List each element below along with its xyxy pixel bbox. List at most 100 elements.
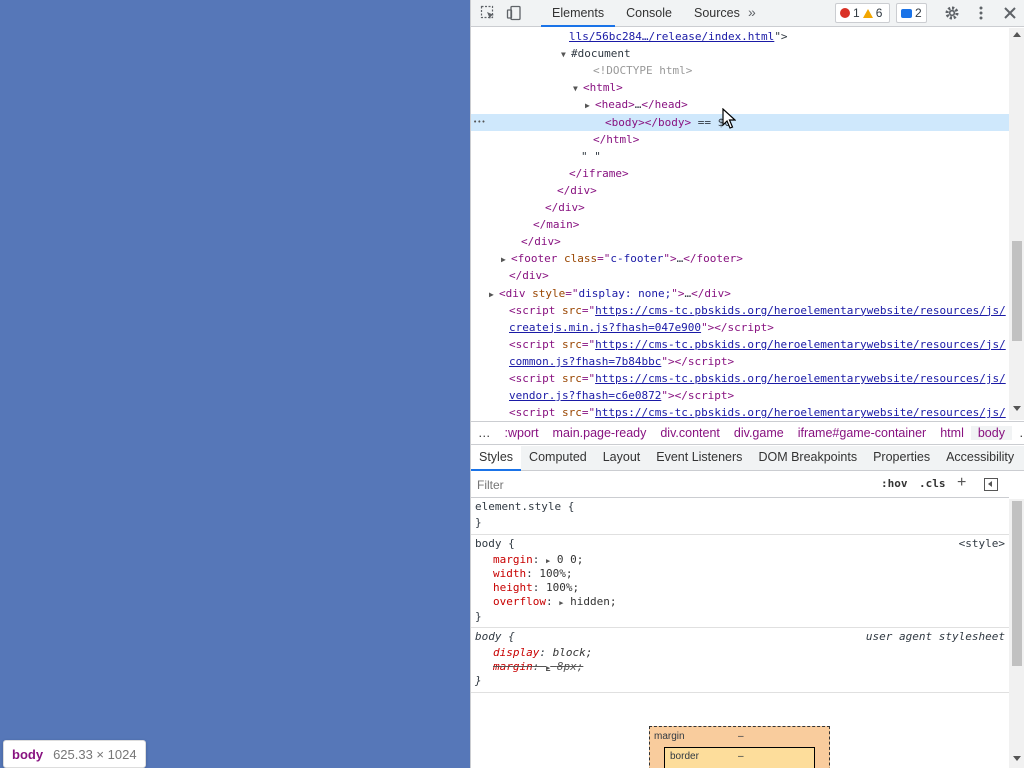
dom-tree-scrollbar[interactable] (1009, 28, 1024, 420)
breadcrumb-item[interactable]: main.page-ready (546, 426, 654, 440)
styles-filter-input[interactable] (473, 476, 868, 494)
dom-node[interactable]: </div> (471, 199, 1009, 216)
class-toggle-button[interactable]: .cls (919, 477, 946, 490)
dom-node-selected[interactable]: <body></body> == $0 ••• (471, 113, 1009, 131)
tab-sources[interactable]: Sources (683, 0, 751, 27)
dom-node[interactable]: </main> (471, 216, 1009, 233)
collapse-triangle-icon[interactable]: ▼ (561, 46, 571, 63)
dom-node[interactable]: ▼ #document (471, 45, 1009, 62)
expand-triangle-icon[interactable]: ▶ (559, 599, 563, 607)
tab-properties[interactable]: Properties (865, 446, 938, 471)
dom-node-text: </div> (521, 235, 561, 249)
inspect-element-icon[interactable] (480, 5, 496, 21)
css-property[interactable]: height: 100%; (493, 581, 579, 595)
box-model-border-value[interactable]: – (738, 751, 744, 762)
tab-styles[interactable]: Styles (471, 446, 522, 471)
error-warning-counter[interactable]: 1 6 (835, 3, 891, 23)
dom-node[interactable]: </iframe> (471, 165, 1009, 182)
dom-node[interactable]: <script src="https://cms-tc.pbskids.org/… (471, 302, 1009, 319)
styles-scrollbar[interactable] (1009, 499, 1024, 768)
property-name: margin (493, 660, 533, 673)
dom-node[interactable]: ▼ <html> (471, 79, 1009, 96)
toggle-sidebar-icon[interactable] (984, 478, 998, 491)
box-model-margin-value[interactable]: – (738, 731, 744, 742)
box-model-border[interactable]: border – (664, 747, 815, 768)
breadcrumb: … :wport main.page-ready div.content div… (471, 421, 1024, 445)
expand-triangle-icon[interactable]: ▶ (489, 286, 499, 303)
error-icon (840, 8, 850, 18)
tab-dom-breakpoints[interactable]: DOM Breakpoints (750, 446, 865, 471)
hover-state-button[interactable]: :hov (881, 477, 908, 490)
box-model-margin-label: margin (654, 731, 685, 742)
device-toolbar-icon[interactable] (506, 5, 522, 21)
css-property[interactable]: overflow: ▶ hidden; (493, 595, 616, 609)
box-model-margin[interactable]: margin – border – (649, 726, 830, 768)
dom-node[interactable]: <script src="https://cms-tc.pbskids.org/… (471, 370, 1009, 387)
css-property[interactable]: margin: ▶ 0 0; (493, 553, 583, 567)
issues-counter[interactable]: 2 (896, 3, 927, 23)
breadcrumb-ellipsis-left[interactable]: … (471, 426, 498, 440)
dom-node[interactable]: vendor.js?fhash=c6e0872"></script> (471, 387, 1009, 404)
breadcrumb-item[interactable]: div.game (727, 426, 791, 440)
kebab-menu-icon[interactable] (973, 5, 989, 21)
tab-event-listeners[interactable]: Event Listeners (648, 446, 750, 471)
tab-console[interactable]: Console (615, 0, 683, 27)
breadcrumb-item[interactable]: :wport (498, 426, 546, 440)
dom-node[interactable]: <!DOCTYPE html> (471, 62, 1009, 79)
more-tabs-button[interactable]: » (748, 4, 756, 20)
styles-scroll-thumb[interactable] (1012, 501, 1022, 666)
expand-triangle-icon[interactable]: ▶ (546, 557, 550, 565)
dom-node[interactable]: lls/56bc284…/release/index.html"> (471, 28, 1009, 45)
css-property[interactable]: width: 100%; (493, 567, 573, 581)
dom-node[interactable]: </div> (471, 267, 1009, 284)
dom-node[interactable]: </html> (471, 131, 1009, 148)
dom-node-text: ▼ #document (561, 45, 631, 63)
dom-node[interactable]: </div> (471, 233, 1009, 250)
rule-origin-link[interactable]: <style> (959, 537, 1005, 551)
element-style-rule[interactable]: element.style { } (471, 499, 1009, 535)
property-value[interactable]: hidden; (570, 595, 616, 608)
scroll-down-arrow-icon[interactable] (1013, 406, 1021, 411)
property-value[interactable]: 100%; (539, 567, 572, 580)
dom-node[interactable]: <script src="https://cms-tc.pbskids.org/… (471, 404, 1009, 420)
tab-accessibility[interactable]: Accessibility (938, 446, 1022, 471)
inspected-page[interactable] (0, 0, 470, 768)
dom-node[interactable]: createjs.min.js?fhash=047e900"></script> (471, 319, 1009, 336)
breadcrumb-item[interactable]: html (933, 426, 971, 440)
dom-node[interactable]: common.js?fhash=7b84bbc"></script> (471, 353, 1009, 370)
settings-gear-icon[interactable] (944, 5, 960, 21)
property-value: 8px; (556, 660, 584, 673)
scroll-down-arrow-icon[interactable] (1013, 756, 1021, 761)
breadcrumb-item[interactable]: iframe#game-container (791, 426, 934, 440)
expand-triangle-icon[interactable]: ▶ (546, 664, 550, 672)
error-count: 1 (853, 6, 860, 20)
dom-node[interactable]: ▶ <footer class="c-footer">…</footer> (471, 250, 1009, 267)
tab-computed[interactable]: Computed (521, 446, 595, 471)
expand-triangle-icon[interactable]: ▶ (501, 251, 511, 268)
dom-node-text: <script src="https://cms-tc.pbskids.org/… (509, 406, 1006, 420)
body-style-rule[interactable]: body { <style> margin: ▶ 0 0; width: 100… (471, 535, 1009, 628)
dom-node[interactable]: ▶ <div style="display: none;">…</div> (471, 285, 1009, 302)
dom-node-text: common.js?fhash=7b84bbc"></script> (509, 354, 735, 368)
dom-node[interactable]: </div> (471, 182, 1009, 199)
dom-node[interactable]: " " (471, 148, 1009, 165)
dom-node-text: </div> (557, 183, 597, 197)
tab-layout[interactable]: Layout (595, 446, 649, 471)
breadcrumb-item-current[interactable]: body (970, 426, 1012, 440)
node-actions-ellipsis-icon[interactable]: ••• (473, 114, 486, 131)
dom-node[interactable]: <script src="https://cms-tc.pbskids.org/… (471, 336, 1009, 353)
scroll-up-arrow-icon[interactable] (1013, 32, 1021, 37)
breadcrumb-ellipsis-right[interactable]: … (1012, 426, 1024, 440)
dom-node[interactable]: ▶ <head>…</head> (471, 96, 1009, 113)
property-value[interactable]: 100%; (546, 581, 579, 594)
property-value[interactable]: 0 0; (557, 553, 584, 566)
dom-tree[interactable]: lls/56bc284…/release/index.html"> ▼ #docum… (471, 28, 1009, 420)
expand-triangle-icon[interactable]: ▶ (585, 97, 595, 114)
breadcrumb-item[interactable]: div.content (653, 426, 727, 440)
close-icon[interactable] (1002, 5, 1018, 21)
new-style-rule-button[interactable]: + (957, 474, 966, 492)
collapse-triangle-icon[interactable]: ▼ (573, 80, 583, 97)
sidebar-pane-tabs: Styles Computed Layout Event Listeners D… (471, 446, 1024, 471)
tab-elements[interactable]: Elements (541, 0, 616, 27)
dom-tree-scroll-thumb[interactable] (1012, 241, 1022, 341)
